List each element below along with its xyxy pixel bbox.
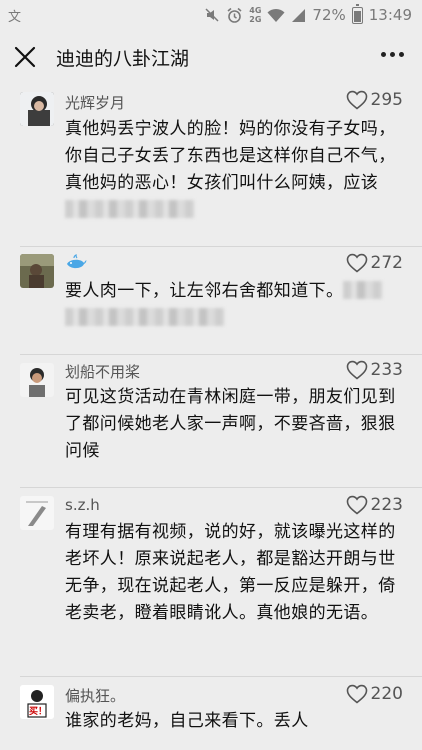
avatar[interactable] bbox=[20, 496, 54, 530]
battery-percent: 72% bbox=[312, 6, 346, 24]
like-button[interactable]: 223 bbox=[346, 495, 403, 515]
comment-item: 划船不用桨 233 可见这货活动在青林闲庭一带，朋友们见到了都问候她老人家一声啊… bbox=[0, 355, 422, 487]
like-count: 233 bbox=[370, 360, 403, 380]
comment-body: 有理有据有视频，说的好，就该曝光这样的老坏人！原来说起老人，都是豁达开朗与世无争… bbox=[65, 519, 405, 627]
comment-item: s.z.h 223 有理有据有视频，说的好，就该曝光这样的老坏人！原来说起老人，… bbox=[0, 488, 422, 676]
battery-icon bbox=[351, 3, 363, 24]
like-count: 220 bbox=[370, 684, 403, 704]
heart-icon bbox=[346, 360, 367, 380]
avatar[interactable] bbox=[20, 363, 54, 397]
heart-icon bbox=[346, 253, 367, 273]
whale-icon bbox=[67, 254, 87, 269]
like-count: 223 bbox=[370, 495, 403, 515]
comment-author[interactable]: 偏执狂。 bbox=[65, 685, 125, 706]
comment-text: 有理有据有视频，说的好，就该曝光这样的老坏人！原来说起老人，都是豁达开朗与世无争… bbox=[65, 522, 396, 623]
avatar-text: 买！ bbox=[29, 707, 48, 717]
clock: 13:49 bbox=[368, 6, 412, 24]
avatar[interactable] bbox=[20, 92, 54, 126]
comment-text: 要人肉一下，让左邻右舍都知道下。 bbox=[65, 281, 344, 301]
censored-text bbox=[65, 308, 225, 326]
comment-text: 可见这货活动在青林闲庭一带，朋友们见到了都问候她老人家一声啊，不要吝啬，狠狠问候 bbox=[65, 387, 396, 461]
like-button[interactable]: 295 bbox=[346, 90, 403, 110]
close-icon[interactable] bbox=[10, 42, 40, 72]
comment-author[interactable]: 光辉岁月 bbox=[65, 92, 125, 113]
alarm-icon bbox=[227, 7, 242, 23]
heart-icon bbox=[346, 90, 367, 110]
heart-icon bbox=[346, 495, 367, 515]
comment-author[interactable]: s.z.h bbox=[65, 496, 100, 514]
heart-icon bbox=[346, 684, 367, 704]
network-type: 4G 2G bbox=[249, 6, 262, 24]
comment-item: 买！ 偏执狂。 220 谁家的老妈，自己来看下。丢人 bbox=[0, 677, 422, 750]
comment-item: 272 要人肉一下，让左邻右舍都知道下。 bbox=[0, 247, 422, 354]
avatar[interactable]: 买！ bbox=[20, 685, 54, 719]
comment-item: 光辉岁月 295 真他妈丢宁波人的脸！妈的你没有子女吗，你自己子女丢了东西也是这… bbox=[0, 86, 422, 246]
comment-text: 谁家的老妈，自己来看下。丢人 bbox=[65, 711, 309, 731]
like-button[interactable]: 233 bbox=[346, 360, 403, 380]
censored-text bbox=[343, 281, 384, 299]
comment-author[interactable]: 划船不用桨 bbox=[65, 361, 140, 382]
comment-text: 真他妈丢宁波人的脸！妈的你没有子女吗，你自己子女丢了东西也是这样你自己不气，真他… bbox=[65, 119, 396, 193]
more-icon[interactable] bbox=[381, 52, 404, 57]
signal-icon bbox=[292, 8, 306, 22]
mute-icon bbox=[205, 8, 219, 22]
comment-body: 谁家的老妈，自己来看下。丢人 bbox=[65, 708, 405, 735]
like-count: 295 bbox=[370, 90, 403, 110]
avatar[interactable] bbox=[20, 254, 54, 288]
comment-body: 可见这货活动在青林闲庭一带，朋友们见到了都问候她老人家一声啊，不要吝啬，狠狠问候 bbox=[65, 384, 405, 465]
status-icons: 4G 2G 72% 13:49 bbox=[204, 3, 412, 25]
censored-text bbox=[65, 200, 195, 218]
comment-body: 真他妈丢宁波人的脸！妈的你没有子女吗，你自己子女丢了东西也是这样你自己不气，真他… bbox=[65, 116, 405, 224]
status-bar: 文 4G 2G 72% 13:49 bbox=[0, 0, 422, 30]
comment-body: 要人肉一下，让左邻右舍都知道下。 bbox=[65, 278, 405, 332]
page-title: 迪迪的八卦江湖 bbox=[56, 48, 190, 70]
title-bar: 迪迪的八卦江湖 bbox=[0, 30, 422, 86]
like-button[interactable]: 272 bbox=[346, 253, 403, 273]
like-count: 272 bbox=[370, 253, 403, 273]
like-button[interactable]: 220 bbox=[346, 684, 403, 704]
input-method-icon: 文 bbox=[8, 10, 22, 25]
wifi-icon bbox=[267, 8, 285, 22]
